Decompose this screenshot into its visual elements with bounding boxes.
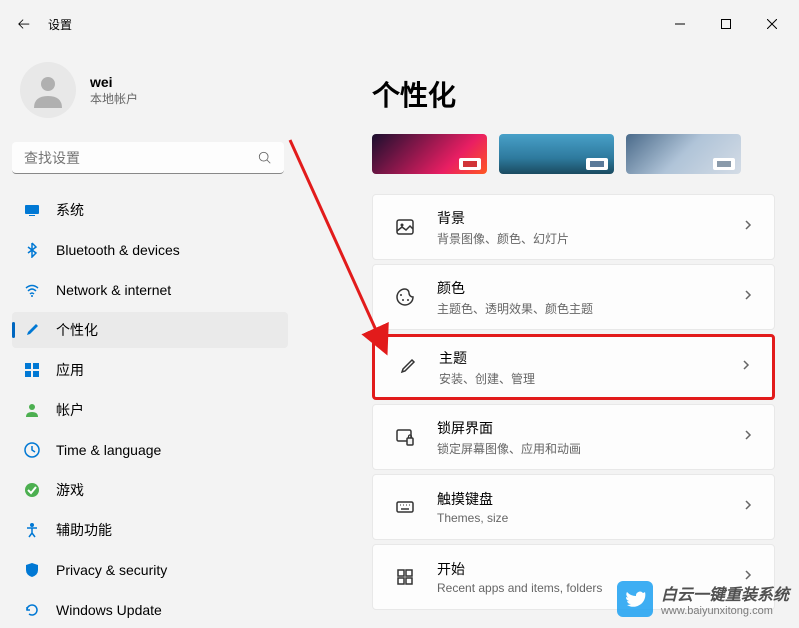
- minimize-button[interactable]: [657, 8, 703, 40]
- maximize-button[interactable]: [703, 8, 749, 40]
- nav-item-bluetooth[interactable]: Bluetooth & devices: [12, 232, 288, 268]
- titlebar: 设置: [0, 0, 799, 48]
- nav-label: 帐户: [56, 400, 84, 420]
- setting-desc: Themes, size: [437, 511, 742, 525]
- nav-item-network[interactable]: Network & internet: [12, 272, 288, 308]
- nav-label: 个性化: [56, 320, 98, 340]
- page-title: 个性化: [372, 74, 775, 114]
- bluetooth-icon: [24, 242, 40, 258]
- setting-title: 颜色: [437, 278, 742, 298]
- chevron-right-icon: [742, 498, 754, 516]
- chevron-right-icon: [742, 428, 754, 446]
- setting-themes[interactable]: 主题 安装、创建、管理: [372, 334, 775, 400]
- theme-thumb[interactable]: [626, 134, 741, 174]
- setting-background[interactable]: 背景 背景图像、颜色、幻灯片: [372, 194, 775, 260]
- lockscreen-icon: [393, 425, 417, 449]
- setting-title: 触摸键盘: [437, 489, 742, 509]
- time-icon: [24, 442, 40, 458]
- theme-thumbnails: [372, 134, 775, 174]
- main-content: 个性化 背景 背景图像、颜色、幻灯片 颜色 主题色、透明效果、颜: [300, 48, 799, 627]
- search-box[interactable]: [12, 142, 284, 174]
- close-button[interactable]: [749, 8, 795, 40]
- chevron-right-icon: [742, 218, 754, 236]
- watermark-icon: [617, 581, 653, 617]
- nav-label: Network & internet: [56, 282, 171, 298]
- personalize-icon: [24, 322, 40, 338]
- back-button[interactable]: [4, 4, 44, 44]
- update-icon: [24, 602, 40, 618]
- gaming-icon: [24, 482, 40, 498]
- nav-label: 系统: [56, 200, 84, 220]
- setting-colors[interactable]: 颜色 主题色、透明效果、颜色主题: [372, 264, 775, 330]
- setting-keyboard[interactable]: 触摸键盘 Themes, size: [372, 474, 775, 540]
- nav-label: 辅助功能: [56, 520, 112, 540]
- setting-desc: 安装、创建、管理: [439, 370, 740, 387]
- network-icon: [24, 282, 40, 298]
- arrow-left-icon: [17, 17, 31, 31]
- setting-title: 开始: [437, 559, 742, 579]
- setting-title: 锁屏界面: [437, 418, 742, 438]
- close-icon: [767, 19, 777, 29]
- minimize-icon: [675, 19, 685, 29]
- nav-item-personalize[interactable]: 个性化: [12, 312, 288, 348]
- nav-item-system[interactable]: 系统: [12, 192, 288, 228]
- window-controls: [657, 8, 795, 40]
- username: wei: [90, 74, 138, 90]
- settings-list: 背景 背景图像、颜色、幻灯片 颜色 主题色、透明效果、颜色主题 主题 安: [372, 194, 775, 610]
- accessibility-icon: [24, 522, 40, 538]
- watermark-url: www.baiyunxitong.com: [661, 605, 789, 617]
- setting-title: 背景: [437, 208, 742, 228]
- setting-desc: 背景图像、颜色、幻灯片: [437, 230, 742, 247]
- watermark-title: 白云一键重装系统: [661, 581, 789, 605]
- account-type: 本地帐户: [90, 90, 138, 107]
- sidebar: wei 本地帐户 系统 Bluetooth & devices Network …: [0, 48, 300, 627]
- setting-desc: 锁定屏幕图像、应用和动画: [437, 440, 742, 457]
- search-input[interactable]: [24, 150, 258, 166]
- user-section[interactable]: wei 本地帐户: [12, 48, 288, 142]
- nav-item-time[interactable]: Time & language: [12, 432, 288, 468]
- chevron-right-icon: [742, 288, 754, 306]
- account-icon: [24, 402, 40, 418]
- nav-item-gaming[interactable]: 游戏: [12, 472, 288, 508]
- search-icon: [258, 151, 272, 165]
- nav-list: 系统 Bluetooth & devices Network & interne…: [12, 192, 288, 628]
- theme-thumb[interactable]: [499, 134, 614, 174]
- nav-label: Bluetooth & devices: [56, 242, 180, 258]
- nav-label: 游戏: [56, 480, 84, 500]
- start-icon: [393, 565, 417, 589]
- nav-item-account[interactable]: 帐户: [12, 392, 288, 428]
- nav-label: Time & language: [56, 442, 161, 458]
- watermark: 白云一键重装系统 www.baiyunxitong.com: [617, 581, 789, 617]
- window-title: 设置: [48, 16, 72, 33]
- keyboard-icon: [393, 495, 417, 519]
- themes-icon: [395, 355, 419, 379]
- nav-item-update[interactable]: Windows Update: [12, 592, 288, 628]
- user-info: wei 本地帐户: [90, 74, 138, 107]
- maximize-icon: [721, 19, 731, 29]
- nav-item-apps[interactable]: 应用: [12, 352, 288, 388]
- setting-lockscreen[interactable]: 锁屏界面 锁定屏幕图像、应用和动画: [372, 404, 775, 470]
- avatar: [20, 62, 76, 118]
- system-icon: [24, 202, 40, 218]
- nav-label: 应用: [56, 360, 84, 380]
- background-icon: [393, 215, 417, 239]
- nav-item-privacy[interactable]: Privacy & security: [12, 552, 288, 588]
- chevron-right-icon: [740, 358, 752, 376]
- setting-title: 主题: [439, 348, 740, 368]
- nav-label: Privacy & security: [56, 562, 167, 578]
- user-icon: [28, 70, 68, 110]
- colors-icon: [393, 285, 417, 309]
- privacy-icon: [24, 562, 40, 578]
- apps-icon: [24, 362, 40, 378]
- setting-desc: 主题色、透明效果、颜色主题: [437, 300, 742, 317]
- nav-item-accessibility[interactable]: 辅助功能: [12, 512, 288, 548]
- nav-label: Windows Update: [56, 602, 162, 618]
- theme-thumb[interactable]: [372, 134, 487, 174]
